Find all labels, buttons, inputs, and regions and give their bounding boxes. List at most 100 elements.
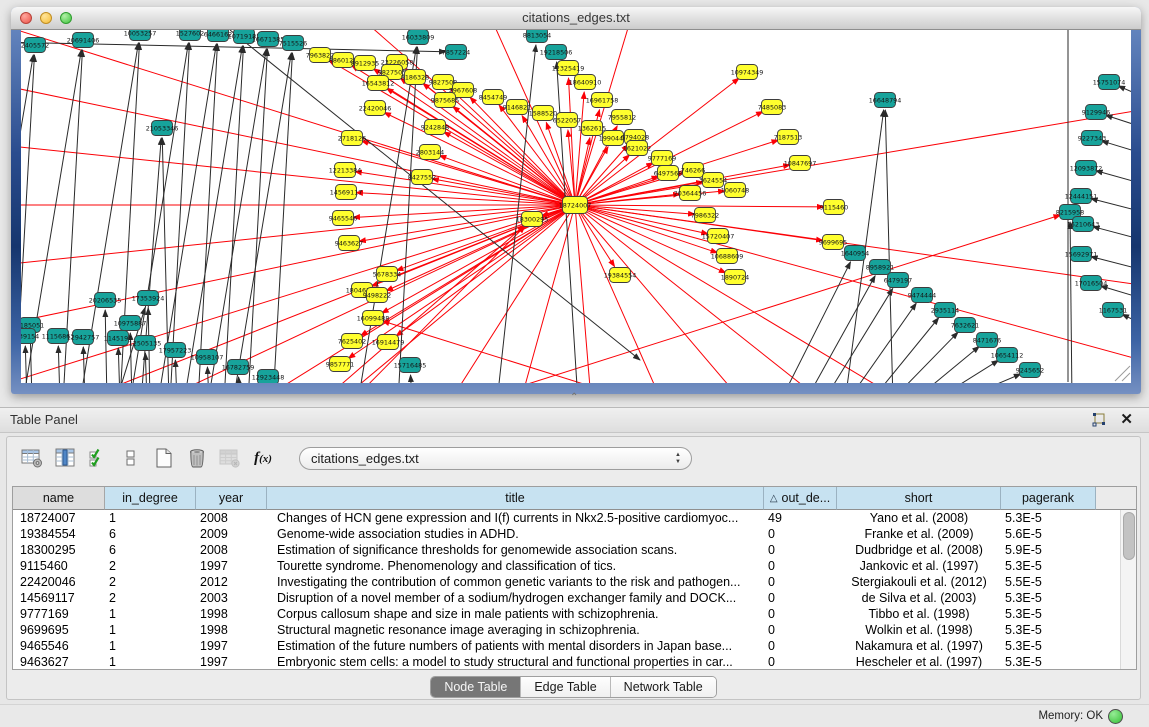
sort-ascending-icon: △ — [770, 493, 778, 504]
scrollbar-thumb[interactable] — [1123, 512, 1135, 560]
combo-spinner-icon: ▲▼ — [675, 452, 681, 466]
panel-divider[interactable]: ⌃ — [0, 394, 1149, 407]
window-titlebar[interactable]: citations_edges.txt — [11, 7, 1141, 30]
table-row[interactable]: 946554611997Estimation of the future num… — [13, 638, 1136, 654]
delete-row-icon[interactable] — [184, 445, 210, 471]
cytoscape-app: citations_edges.txt 24055722069140610053… — [0, 0, 1149, 727]
column-header-in-degree[interactable]: in_degree — [105, 487, 196, 510]
network-node-label: 6497568 — [654, 169, 682, 177]
table-row[interactable]: 1938455462009Genome-wide association stu… — [13, 526, 1136, 542]
network-edge — [351, 226, 525, 383]
column-header-short[interactable]: short — [837, 487, 1001, 510]
network-edge — [1106, 115, 1131, 130]
table-cell: 0 — [764, 543, 837, 557]
column-header-title[interactable]: title — [267, 487, 764, 510]
close-panel-icon[interactable]: ✕ — [1120, 410, 1133, 428]
new-document-icon[interactable] — [151, 445, 177, 471]
network-node-label: 9115460 — [820, 203, 848, 211]
table-cell: 6 — [105, 527, 196, 541]
table-cell: 2 — [105, 559, 196, 573]
memory-status-label: Memory: OK — [1038, 710, 1103, 722]
delete-table-disabled-icon — [217, 445, 243, 471]
memory-status-indicator[interactable] — [1108, 709, 1123, 724]
table-panel-content: f(x) citations_edges.txt ▲▼ name in_degre… — [6, 436, 1141, 700]
table-cell: Tibbo et al. (1998) — [837, 607, 1001, 621]
column-header-pagerank[interactable]: pagerank — [1001, 487, 1096, 510]
show-column-icon[interactable] — [52, 445, 78, 471]
network-node-label: 22420046 — [359, 104, 392, 112]
network-node-label: 1890724 — [721, 273, 749, 281]
network-edge — [1101, 286, 1131, 301]
window-close-button[interactable] — [20, 12, 32, 24]
network-edge — [471, 215, 1060, 383]
function-builder-icon[interactable]: f(x) — [250, 445, 276, 471]
table-row[interactable]: 977716911998Corpus callosum shape and si… — [13, 606, 1136, 622]
window-title: citations_edges.txt — [11, 7, 1141, 29]
table-cell: 2 — [105, 575, 196, 589]
column-header-label: name — [43, 491, 74, 505]
tab-node-table[interactable]: Node Table — [431, 677, 521, 697]
tab-network-table[interactable]: Network Table — [611, 677, 716, 697]
table-source-select[interactable]: citations_edges.txt ▲▼ — [299, 447, 692, 470]
table-row[interactable]: 1830029562008Estimation of significance … — [13, 542, 1136, 558]
network-node-label: 7515526 — [279, 39, 307, 47]
network-edge — [780, 262, 851, 383]
network-graph[interactable]: 2405572206914061005325715276026466162107… — [21, 30, 1131, 383]
network-node-label: 9242848 — [421, 123, 449, 131]
network-node-label: 20206535 — [89, 296, 122, 304]
table-cell: 1998 — [196, 623, 267, 637]
column-header-year[interactable]: year — [196, 487, 267, 510]
network-node-label: 2718126 — [338, 134, 366, 142]
window-resize-grip[interactable] — [1115, 366, 1130, 381]
network-node-label: 18640910 — [569, 78, 602, 86]
network-canvas[interactable]: 2405572206914061005325715276026466162107… — [21, 30, 1131, 383]
network-edge — [1102, 141, 1131, 156]
column-header-out-de-[interactable]: △out_de... — [764, 487, 837, 510]
table-row[interactable]: 946362711997Embryonic stem cells: a mode… — [13, 654, 1136, 670]
network-edge — [912, 346, 979, 383]
table-cell: 18300295 — [13, 543, 105, 557]
network-node-label: 16210643 — [1067, 220, 1100, 228]
tab-edge-table[interactable]: Edge Table — [521, 677, 610, 697]
network-edge — [575, 205, 824, 207]
network-node-label: 16033809 — [402, 33, 435, 41]
table-cell: 5.3E-5 — [1001, 591, 1096, 605]
table-cell: 22420046 — [13, 575, 105, 589]
unselect-all-icon[interactable] — [118, 445, 144, 471]
network-node-label: 19218506 — [540, 48, 573, 56]
table-row[interactable]: 969969511998Structural magnetic resonanc… — [13, 622, 1136, 638]
table-cell: de Silva et al. (2003) — [837, 591, 1001, 605]
select-all-icon[interactable] — [85, 445, 111, 471]
column-header-label: in_degree — [122, 491, 178, 505]
network-node-label: 18724007 — [559, 201, 592, 209]
network-node-label: 12093872 — [1070, 164, 1103, 172]
network-node-label: 9245652 — [1016, 366, 1044, 374]
table-cell: Genome-wide association studies in ADHD. — [267, 527, 764, 541]
table-row[interactable]: 911546021997Tourette syndrome. Phenomeno… — [13, 558, 1136, 574]
table-row[interactable]: 1872400712008Changes of HCN gene express… — [13, 510, 1136, 526]
table-cell: 1 — [105, 607, 196, 621]
float-panel-icon[interactable] — [1091, 412, 1107, 428]
table-cell: 0 — [764, 607, 837, 621]
network-node-label: 9777169 — [648, 154, 676, 162]
mouse-cursor: ⌃ — [570, 392, 578, 403]
column-header-name[interactable]: name — [13, 487, 105, 510]
table-cell: 1997 — [196, 559, 267, 573]
window-zoom-button[interactable] — [60, 12, 72, 24]
window-minimize-button[interactable] — [40, 12, 52, 24]
network-node-label: 10688609 — [711, 252, 744, 260]
table-scrollbar[interactable] — [1120, 510, 1136, 669]
column-settings-icon[interactable] — [19, 445, 45, 471]
table-row[interactable]: 1456911722003Disruption of a novel membe… — [13, 590, 1136, 606]
network-node-label: 9875685 — [431, 96, 459, 104]
network-node-label: 9227343 — [1078, 134, 1106, 142]
network-edge — [396, 205, 575, 336]
network-node-label: 10053257 — [124, 30, 157, 37]
table-cell: 0 — [764, 639, 837, 653]
table-cell: 5.3E-5 — [1001, 607, 1096, 621]
table-row[interactable]: 2242004622012Investigating the contribut… — [13, 574, 1136, 590]
table-cell: 2003 — [196, 591, 267, 605]
table-cell: 0 — [764, 623, 837, 637]
network-edge — [239, 377, 240, 383]
network-edge — [1091, 198, 1131, 214]
